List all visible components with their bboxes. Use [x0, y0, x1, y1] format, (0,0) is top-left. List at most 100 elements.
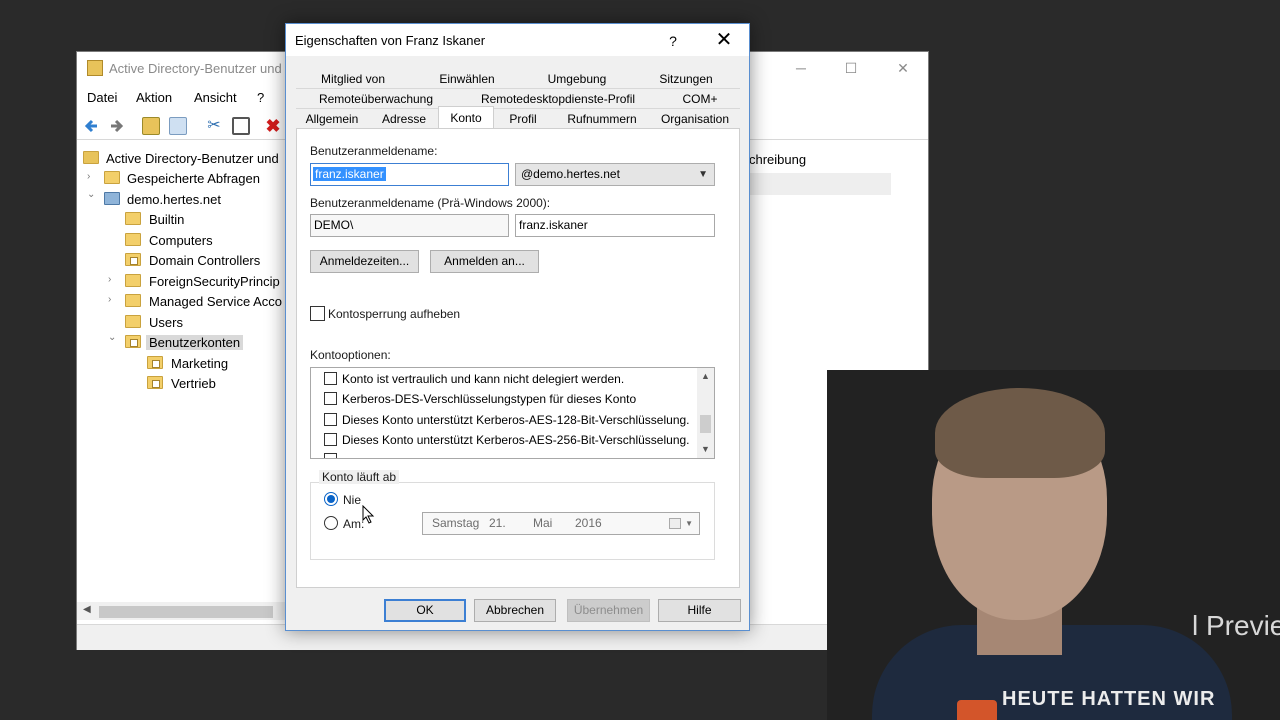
- tree-item-vertrieb[interactable]: Vertrieb: [77, 373, 287, 393]
- tree-item-managed-service[interactable]: › Managed Service Acco: [77, 291, 287, 311]
- domain-suffix-value: @demo.hertes.net: [521, 167, 620, 181]
- scroll-down-icon[interactable]: ▼: [697, 441, 714, 457]
- list-item[interactable]: Kerberos-DES-Verschlüsselungstypen für d…: [311, 389, 697, 409]
- tree-item-domain-controllers[interactable]: Domain Controllers: [77, 250, 287, 270]
- console-tree-icon[interactable]: [169, 117, 187, 135]
- list-item[interactable]: Dieses Konto unterstützt Kerberos-AES-12…: [311, 410, 697, 430]
- on-date-radio[interactable]: [324, 516, 338, 530]
- option-checkbox[interactable]: [324, 413, 337, 426]
- tree-item-root[interactable]: Active Directory-Benutzer und: [77, 148, 287, 168]
- tab-remoteueberwachung[interactable]: Remoteüberwachung: [300, 89, 452, 109]
- scroll-left-icon[interactable]: ◀: [83, 604, 91, 615]
- tab-organisation[interactable]: Organisation: [652, 109, 738, 129]
- calendar-icon[interactable]: [669, 518, 681, 529]
- domain-suffix-select[interactable]: @demo.hertes.net ▼: [515, 163, 715, 186]
- aduc-title: Active Directory-Benutzer und: [109, 61, 282, 76]
- watermark-text: l Preview: [1192, 610, 1280, 641]
- tree-item-foreign-security[interactable]: › ForeignSecurityPrincip: [77, 271, 287, 291]
- shirt-print: HEUTE HATTEN WIR: [1002, 688, 1216, 710]
- date-year: 2016: [575, 516, 602, 530]
- scrollbar-thumb[interactable]: [99, 606, 273, 618]
- tree-item-users[interactable]: Users: [77, 312, 287, 332]
- folder-icon: [125, 212, 141, 225]
- ou-icon: [147, 356, 163, 369]
- menu-aktion[interactable]: Aktion: [136, 90, 172, 105]
- tab-umgebung[interactable]: Umgebung: [524, 69, 630, 89]
- maximize-icon[interactable]: ☐: [841, 58, 861, 78]
- close-icon[interactable]: ✕: [893, 58, 913, 78]
- option-checkbox[interactable]: [324, 372, 337, 385]
- list-item[interactable]: Konto ist vertraulich und kann nicht del…: [311, 369, 697, 389]
- chevron-down-icon[interactable]: ▼: [685, 513, 693, 534]
- logon-name-label: Benutzeranmeldename:: [310, 144, 438, 158]
- chevron-down-icon[interactable]: ⌄: [87, 189, 97, 200]
- option-checkbox[interactable]: [324, 392, 337, 405]
- expiry-date-picker[interactable]: Samstag 21. Mai 2016 ▼: [422, 512, 700, 535]
- menu-datei[interactable]: Datei: [87, 90, 117, 105]
- list-item-partial[interactable]: [311, 452, 697, 458]
- pre2000-label: Benutzeranmeldename (Prä-Windows 2000):: [310, 196, 551, 210]
- tree-item-saved-queries[interactable]: › Gespeicherte Abfragen: [77, 168, 287, 188]
- tab-adresse[interactable]: Adresse: [370, 109, 438, 129]
- unlock-account-label: Kontosperrung aufheben: [328, 307, 461, 321]
- list-row-stripe: [749, 173, 891, 195]
- scroll-up-icon[interactable]: ▲: [697, 368, 714, 384]
- apply-button: Übernehmen: [567, 599, 650, 622]
- tree-item-domain[interactable]: ⌄ demo.hertes.net: [77, 189, 287, 209]
- account-expires-title: Konto läuft ab: [319, 470, 400, 484]
- back-arrow-icon[interactable]: [83, 117, 101, 135]
- option-checkbox[interactable]: [324, 453, 337, 458]
- properties-dialog: Eigenschaften von Franz Iskaner ? ✕ Mitg…: [285, 23, 750, 631]
- tab-profil[interactable]: Profil: [498, 109, 548, 129]
- close-icon[interactable]: ✕: [712, 29, 736, 51]
- ok-button[interactable]: OK: [384, 599, 466, 622]
- tree-item-benutzerkonten[interactable]: ⌄ Benutzerkonten: [77, 332, 287, 352]
- logon-hours-button[interactable]: Anmeldezeiten...: [310, 250, 419, 273]
- minimize-icon[interactable]: ─: [791, 58, 811, 78]
- chevron-right-icon[interactable]: ›: [87, 171, 97, 182]
- tree-item-computers[interactable]: Computers: [77, 230, 287, 250]
- chevron-right-icon[interactable]: ›: [108, 274, 118, 285]
- pre2000-user-input[interactable]: franz.iskaner: [515, 214, 715, 237]
- chevron-down-icon[interactable]: ⌄: [108, 332, 118, 343]
- up-folder-icon[interactable]: [142, 117, 160, 135]
- menu-ansicht[interactable]: Ansicht: [194, 90, 237, 105]
- tree-item-marketing[interactable]: Marketing: [77, 353, 287, 373]
- mouse-cursor-icon: [362, 505, 375, 524]
- delete-icon[interactable]: ✖: [264, 117, 282, 135]
- option-checkbox[interactable]: [324, 433, 337, 446]
- account-options-label: Kontooptionen:: [310, 348, 391, 362]
- scrollbar-thumb[interactable]: [700, 415, 711, 433]
- tree-item-builtin[interactable]: Builtin: [77, 209, 287, 229]
- help-button[interactable]: Hilfe: [658, 599, 741, 622]
- options-scrollbar[interactable]: ▲ ▼: [697, 368, 714, 458]
- forward-arrow-icon[interactable]: [107, 117, 125, 135]
- column-header-description[interactable]: chreibung: [749, 152, 806, 167]
- date-weekday: Samstag: [432, 516, 480, 530]
- tab-rufnummern[interactable]: Rufnummern: [556, 109, 648, 129]
- tab-com-plus[interactable]: COM+: [664, 89, 736, 109]
- date-month: Mai: [533, 516, 553, 530]
- tab-einwaehlen[interactable]: Einwählen: [414, 69, 520, 89]
- dialog-title: Eigenschaften von Franz Iskaner: [295, 33, 486, 48]
- folder-icon: [104, 171, 120, 184]
- account-options-list[interactable]: Konto ist vertraulich und kann nicht del…: [310, 367, 715, 459]
- logon-to-button[interactable]: Anmelden an...: [430, 250, 539, 273]
- chevron-down-icon: ▼: [698, 169, 708, 180]
- tab-konto[interactable]: Konto: [438, 106, 494, 130]
- never-radio[interactable]: [324, 492, 338, 506]
- folder-icon: [125, 294, 141, 307]
- help-icon[interactable]: ?: [661, 30, 685, 52]
- date-day: 21.: [489, 516, 506, 530]
- logon-name-input[interactable]: franz.iskaner: [310, 163, 509, 186]
- unlock-account-checkbox[interactable]: [310, 306, 325, 321]
- menu-help[interactable]: ?: [257, 90, 264, 105]
- chevron-right-icon[interactable]: ›: [108, 294, 118, 305]
- tab-allgemein[interactable]: Allgemein: [300, 109, 364, 129]
- tab-sitzungen[interactable]: Sitzungen: [632, 69, 740, 89]
- cut-icon[interactable]: ✂: [205, 117, 223, 135]
- cancel-button[interactable]: Abbrechen: [474, 599, 556, 622]
- tab-mitglied-von[interactable]: Mitglied von: [300, 69, 406, 89]
- list-item[interactable]: Dieses Konto unterstützt Kerberos-AES-25…: [311, 430, 697, 450]
- copy-icon[interactable]: [232, 117, 250, 135]
